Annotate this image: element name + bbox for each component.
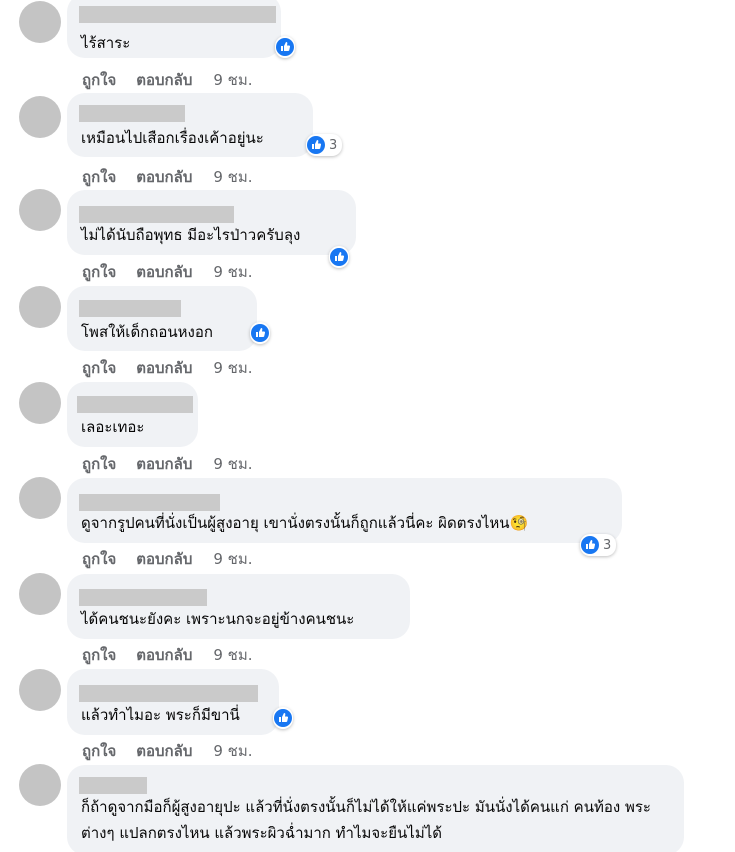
like-thumb-icon [251, 324, 269, 342]
author-name-redacted[interactable] [79, 105, 185, 122]
comment-text: ดูจากรูปคนที่นั่งเป็นผู้สูงอายุ เขานั่งต… [81, 514, 529, 532]
comment-bubble: ได้คนชนะยังคะ เพราะนกจะอยู่ข้างคนชนะ [67, 574, 410, 639]
reply-link[interactable]: ตอบกลับ [136, 356, 192, 380]
comment-actions: ถูกใจ ตอบกลับ 9 ชม. [82, 739, 253, 763]
author-name-redacted[interactable] [79, 300, 181, 317]
timestamp[interactable]: 9 ชม. [213, 356, 252, 380]
reply-link[interactable]: ตอบกลับ [136, 68, 192, 92]
timestamp[interactable]: 9 ชม. [213, 739, 252, 763]
comment-text: เหมือนไปเสือกเรื่องเค้าอยู่นะ [81, 129, 264, 147]
like-link[interactable]: ถูกใจ [82, 643, 116, 667]
timestamp[interactable]: 9 ชม. [213, 547, 252, 571]
like-thumb-icon [307, 136, 325, 154]
comment-bubble: แล้วทำไมอะ พระก็มีขานี่ [67, 669, 279, 735]
timestamp[interactable]: 9 ชม. [213, 452, 252, 476]
timestamp[interactable]: 9 ชม. [213, 260, 252, 284]
comment-bubble: ดูจากรูปคนที่นั่งเป็นผู้สูงอายุ เขานั่งต… [67, 478, 622, 543]
like-link[interactable]: ถูกใจ [82, 356, 116, 380]
avatar[interactable] [19, 286, 61, 328]
like-thumb-icon [274, 709, 292, 727]
comment-bubble: เลอะเทอะ [67, 382, 198, 447]
like-link[interactable]: ถูกใจ [82, 165, 116, 189]
comment-bubble: โพสให้เด็กถอนหงอก [67, 286, 257, 351]
avatar[interactable] [19, 573, 61, 615]
reaction-summary[interactable] [275, 36, 295, 58]
like-thumb-icon [276, 38, 294, 56]
author-name-redacted[interactable] [79, 777, 147, 794]
author-name-redacted[interactable] [79, 685, 258, 702]
reply-link[interactable]: ตอบกลับ [136, 547, 192, 571]
reply-link[interactable]: ตอบกลับ [136, 165, 192, 189]
comment-actions: ถูกใจ ตอบกลับ 9 ชม. [82, 452, 253, 476]
comment-actions: ถูกใจ ตอบกลับ 9 ชม. [82, 356, 253, 380]
avatar[interactable] [19, 189, 61, 231]
timestamp[interactable]: 9 ชม. [213, 643, 252, 667]
like-link[interactable]: ถูกใจ [82, 260, 116, 284]
reply-link[interactable]: ตอบกลับ [136, 260, 192, 284]
reply-link[interactable]: ตอบกลับ [136, 643, 192, 667]
comment-actions: ถูกใจ ตอบกลับ 9 ชม. [82, 260, 253, 284]
comment-actions: ถูกใจ ตอบกลับ 9 ชม. [82, 547, 253, 571]
reaction-summary[interactable]: 3 [306, 134, 343, 156]
like-thumb-icon [330, 248, 348, 266]
comment-actions: ถูกใจ ตอบกลับ 9 ชม. [82, 165, 253, 189]
comment-text: ได้คนชนะยังคะ เพราะนกจะอยู่ข้างคนชนะ [81, 610, 355, 628]
comment-actions: ถูกใจ ตอบกลับ 9 ชม. [82, 643, 253, 667]
reaction-count: 3 [329, 137, 338, 153]
timestamp[interactable]: 9 ชม. [213, 165, 252, 189]
comment-text: ก็ถ้าดูจากมือก็ผู้สูงอายุปะ แล้วที่นั่งต… [81, 798, 651, 842]
reaction-summary[interactable] [250, 322, 270, 344]
comment-text: เลอะเทอะ [81, 418, 145, 436]
avatar[interactable] [19, 477, 61, 519]
avatar[interactable] [19, 382, 61, 424]
avatar[interactable] [19, 764, 61, 806]
reply-link[interactable]: ตอบกลับ [136, 452, 192, 476]
avatar[interactable] [19, 96, 61, 138]
like-thumb-icon [581, 536, 599, 554]
comment-text: โพสให้เด็กถอนหงอก [81, 323, 213, 341]
comment-thread: ไร้สาระ ถูกใจ ตอบกลับ 9 ชม. เหมือนไปเสือ… [0, 0, 735, 852]
timestamp[interactable]: 9 ชม. [213, 68, 252, 92]
comment-bubble: เหมือนไปเสือกเรื่องเค้าอยู่นะ [67, 93, 313, 157]
comment-text: ไร้สาระ [81, 34, 131, 52]
reply-link[interactable]: ตอบกลับ [136, 739, 192, 763]
like-link[interactable]: ถูกใจ [82, 452, 116, 476]
comment-bubble: ไร้สาระ [67, 0, 281, 58]
reaction-summary[interactable] [329, 246, 349, 268]
comment-bubble: ก็ถ้าดูจากมือก็ผู้สูงอายุปะ แล้วที่นั่งต… [67, 765, 684, 852]
comment-text: ไม่ได้นับถือพุทธ มีอะไรป่าวครับลุง [81, 226, 301, 244]
reaction-summary[interactable]: 3 [580, 534, 617, 556]
author-name-redacted[interactable] [77, 396, 193, 413]
author-name-redacted[interactable] [79, 494, 220, 511]
reaction-count: 3 [603, 537, 612, 553]
comment-bubble: ไม่ได้นับถือพุทธ มีอะไรป่าวครับลุง [67, 190, 356, 255]
author-name-redacted[interactable] [79, 6, 276, 23]
avatar[interactable] [19, 1, 61, 43]
like-link[interactable]: ถูกใจ [82, 739, 116, 763]
author-name-redacted[interactable] [79, 206, 234, 223]
like-link[interactable]: ถูกใจ [82, 547, 116, 571]
comment-text: แล้วทำไมอะ พระก็มีขานี่ [81, 706, 240, 724]
like-link[interactable]: ถูกใจ [82, 68, 116, 92]
reaction-summary[interactable] [273, 707, 293, 729]
author-name-redacted[interactable] [79, 589, 207, 606]
comment-actions: ถูกใจ ตอบกลับ 9 ชม. [82, 68, 253, 92]
avatar[interactable] [19, 669, 61, 711]
